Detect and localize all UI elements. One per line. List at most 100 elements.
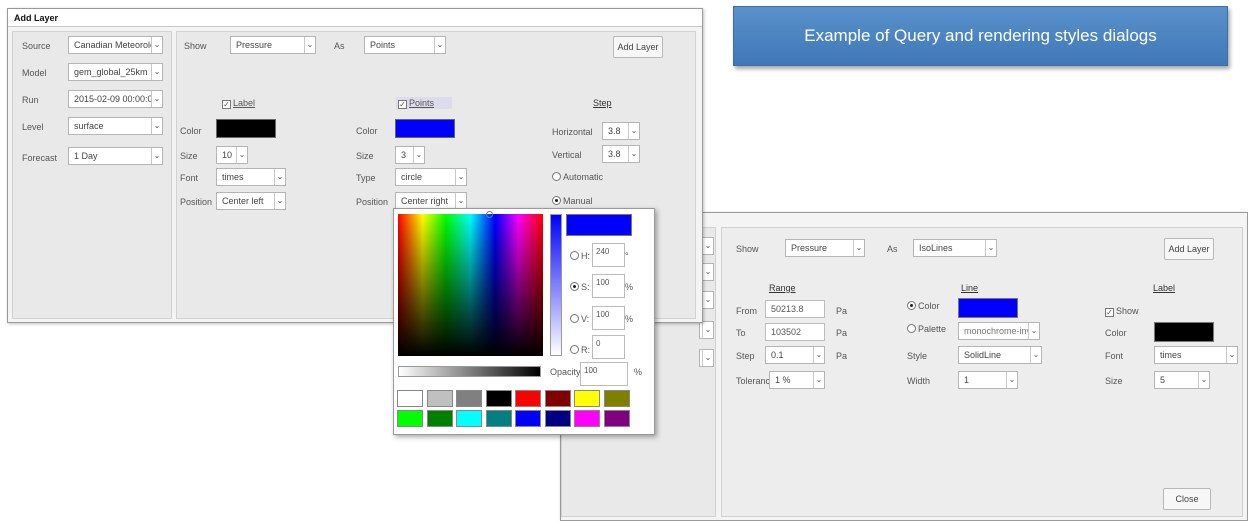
palette-swatch[interactable] (603, 410, 630, 427)
chevron-down-icon: ⌄ (813, 347, 824, 363)
palette-swatch[interactable] (544, 410, 571, 427)
add-layer-button[interactable]: Add Layer (1164, 238, 1214, 260)
line-color-swatch[interactable] (958, 298, 1018, 318)
chevron-down-icon: ⌄ (813, 372, 824, 388)
show-label: Show (736, 244, 759, 254)
palette-swatch[interactable] (485, 410, 512, 427)
h-radio[interactable]: H: (570, 251, 590, 261)
s-input[interactable]: 100 (592, 274, 625, 298)
palette-swatch[interactable] (426, 410, 453, 427)
radio-unselected-icon (552, 172, 561, 181)
palette-swatch[interactable] (574, 390, 600, 407)
label-show-checkbox[interactable]: ✓ Show (1105, 305, 1139, 317)
label-checkbox[interactable]: ✓ Label (222, 97, 255, 109)
s-radio[interactable]: S: (570, 282, 590, 292)
label-font-select[interactable]: times ⌄ (1154, 346, 1238, 364)
label-position-select[interactable]: Center left ⌄ (216, 192, 286, 210)
tolerance-select[interactable]: 1 % ⌄ (769, 371, 825, 389)
label-color-swatch[interactable] (216, 119, 276, 138)
step-select[interactable]: 0.1 ⌄ (765, 346, 825, 364)
v-radio[interactable]: V: (570, 314, 589, 324)
level-select[interactable]: surface ⌄ (68, 117, 163, 135)
points-size-select[interactable]: 3 ⌄ (395, 146, 425, 164)
horizontal-select[interactable]: 3.8 ⌄ (602, 122, 640, 140)
saturation-value-area[interactable] (398, 214, 543, 356)
palette-swatch[interactable] (397, 390, 423, 407)
chevron-down-icon: ⌄ (434, 37, 445, 53)
radio-unselected-icon (570, 345, 579, 354)
show-value: Pressure (236, 40, 273, 50)
chevron-down-icon: ⌄ (274, 193, 285, 209)
chevron-down-icon: ⌄ (1028, 323, 1039, 339)
v-input[interactable]: 100 (592, 306, 625, 330)
palette-swatch[interactable] (515, 390, 541, 407)
hidden-select-5[interactable]: ⌄ (699, 349, 714, 367)
model-value: gem_global_25km (74, 67, 148, 77)
style-select[interactable]: SolidLine ⌄ (958, 346, 1042, 364)
label-size-select[interactable]: 5 ⌄ (1154, 371, 1210, 389)
points-color-swatch[interactable] (395, 119, 455, 138)
label-color-label: Color (180, 126, 202, 136)
as-label: As (887, 244, 898, 254)
opacity-label: Opacity (550, 367, 581, 377)
palette-swatch[interactable] (485, 390, 512, 407)
run-select[interactable]: 2015-02-09 00:00:00 ⌄ (68, 90, 163, 108)
vertical-select[interactable]: 3.8 ⌄ (602, 145, 640, 163)
manual-radio[interactable]: Manual (552, 195, 593, 207)
label-size-value: 5 (1160, 375, 1166, 385)
vertical-value: 3.8 (608, 149, 621, 159)
palette-swatch[interactable] (515, 410, 541, 427)
palette-swatch[interactable] (397, 410, 423, 427)
chevron-down-icon: ⌄ (455, 169, 466, 185)
chevron-down-icon: ⌄ (274, 169, 285, 185)
palette-swatch[interactable] (603, 390, 630, 407)
r-input[interactable]: 0 (592, 335, 625, 359)
v-label: V: (581, 314, 590, 324)
from-input[interactable]: 50213.8 (765, 300, 825, 318)
line-palette-radio[interactable]: Palette (907, 323, 946, 335)
line-color-radio[interactable]: Color (907, 300, 940, 312)
chevron-down-icon: ⌄ (1198, 372, 1209, 388)
opacity-slider[interactable] (398, 366, 541, 377)
palette-swatch[interactable] (426, 390, 453, 407)
range-header: Range (769, 283, 796, 293)
points-position-value: Center right (401, 196, 449, 206)
checkbox-checked-icon: ✓ (398, 100, 407, 109)
r-radio[interactable]: R: (570, 345, 590, 355)
source-select[interactable]: Canadian Meteorolog ⌄ (68, 36, 163, 54)
label-color-swatch[interactable] (1154, 322, 1214, 342)
palette-select[interactable]: monochrome-inve ⌄ (958, 322, 1040, 340)
as-select[interactable]: IsoLines ⌄ (913, 239, 997, 257)
palette-swatch[interactable] (456, 410, 482, 427)
label-size-select[interactable]: 10 ⌄ (216, 146, 248, 164)
palette-swatch[interactable] (574, 410, 600, 427)
label-position-label: Position (180, 197, 213, 207)
h-input[interactable]: 240 (592, 243, 625, 267)
h-label: H: (581, 251, 590, 261)
width-select[interactable]: 1 ⌄ (958, 371, 1018, 389)
as-value: Points (370, 40, 396, 50)
close-button[interactable]: Close (1163, 488, 1211, 510)
points-checkbox-text: Points (409, 98, 435, 108)
label-font-select[interactable]: times ⌄ (216, 168, 286, 186)
as-label: As (334, 41, 345, 51)
model-select[interactable]: gem_global_25km ⌄ (68, 63, 163, 81)
label-font-label: Font (1105, 351, 1124, 361)
label-font-value: times (1160, 350, 1182, 360)
checkbox-checked-icon: ✓ (1105, 308, 1114, 317)
hidden-select-4[interactable]: ⌄ (699, 321, 714, 339)
points-checkbox[interactable]: ✓ Points (396, 97, 453, 109)
show-select[interactable]: Pressure ⌄ (785, 239, 865, 257)
palette-swatch[interactable] (544, 390, 571, 407)
show-select[interactable]: Pressure ⌄ (230, 36, 316, 54)
points-type-select[interactable]: circle ⌄ (395, 168, 467, 186)
forecast-select[interactable]: 1 Day ⌄ (68, 147, 163, 165)
palette-swatch[interactable] (456, 390, 482, 407)
automatic-radio[interactable]: Automatic (552, 171, 603, 183)
add-layer-button[interactable]: Add Layer (613, 36, 663, 58)
radio-unselected-icon (907, 324, 916, 333)
opacity-input[interactable]: 100 (580, 362, 628, 386)
as-select[interactable]: Points ⌄ (364, 36, 446, 54)
hue-slider[interactable] (550, 214, 562, 356)
to-input[interactable]: 103502 (765, 323, 825, 341)
